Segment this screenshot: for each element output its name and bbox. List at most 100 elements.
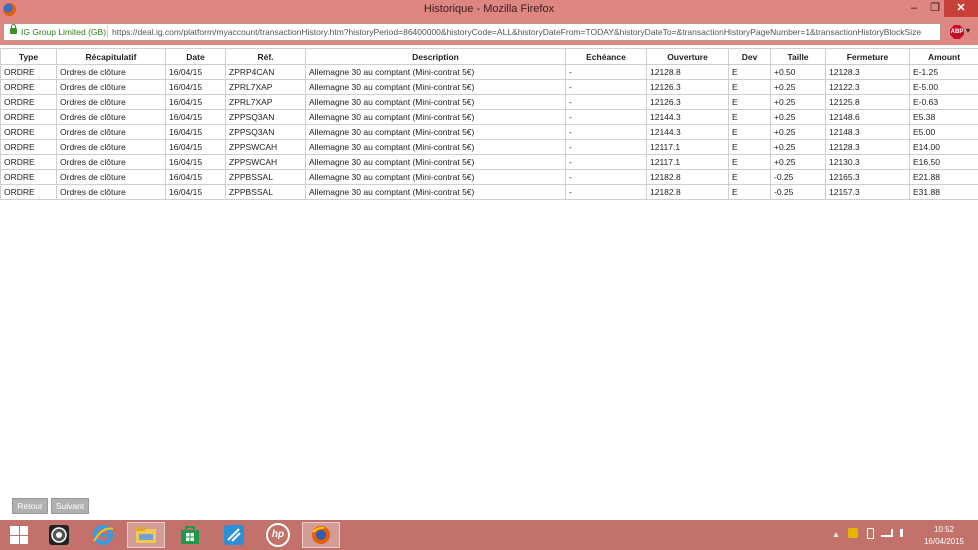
site-identity[interactable]: IG Group Limited (GB) [21, 27, 106, 37]
table-cell: 12117.1 [646, 154, 729, 170]
column-header[interactable]: Taille [770, 48, 826, 65]
table-row: ORDRE Ordres de clôture 16/04/15 ZPPBSSAL Al… [0, 184, 978, 200]
table-cell: E [728, 124, 771, 140]
clock-date[interactable]: 16/04/2015 [915, 537, 973, 546]
window-titlebar[interactable]: Historique - Mozilla Firefox – ❐ ✕ [0, 0, 978, 20]
table-cell: 12122.3 [825, 79, 910, 95]
table-cell: ORDRE [0, 79, 57, 95]
table-cell: E5.38 [909, 109, 978, 125]
media-player-button[interactable] [40, 522, 78, 548]
adblock-plus-icon[interactable]: ABP [950, 25, 964, 39]
address-separator [107, 26, 108, 38]
table-cell: 12126.3 [646, 79, 729, 95]
table-cell: - [565, 169, 647, 185]
minimize-button[interactable]: – [905, 0, 923, 17]
table-cell: E [728, 109, 771, 125]
table-cell: 12126.3 [646, 94, 729, 110]
file-explorer-button[interactable] [127, 522, 165, 548]
url-text[interactable]: https://deal.ig.com/platform/myaccount/t… [112, 27, 937, 37]
clock-time[interactable]: 10:52 [915, 525, 973, 534]
battery-icon[interactable] [867, 528, 874, 539]
table-cell: ORDRE [0, 94, 57, 110]
table-cell: 16/04/15 [165, 124, 226, 140]
table-cell: Allemagne 30 au comptant (Mini-contrat 5… [305, 109, 566, 125]
table-cell: ZPRP4CAN [225, 64, 306, 80]
hp-icon: hp [266, 523, 290, 547]
table-cell: +0.25 [770, 139, 826, 155]
table-cell: 16/04/15 [165, 184, 226, 200]
url-bar[interactable]: IG Group Limited (GB) https://deal.ig.co… [3, 23, 941, 41]
table-cell: Allemagne 30 au comptant (Mini-contrat 5… [305, 94, 566, 110]
column-header[interactable]: Réf. [225, 48, 306, 65]
table-cell: - [565, 94, 647, 110]
column-header[interactable]: Amount [909, 48, 978, 65]
transaction-history-table: Type Récapitulatif Date Réf. Description Eché… [0, 48, 978, 200]
table-cell: ORDRE [0, 169, 57, 185]
table-cell: Allemagne 30 au comptant (Mini-contrat 5… [305, 139, 566, 155]
table-cell: E [728, 169, 771, 185]
firefox-taskbar-button[interactable] [302, 522, 340, 548]
restore-button[interactable]: ❐ [926, 0, 944, 17]
column-header[interactable]: Fermeture [825, 48, 910, 65]
hp-button[interactable]: hp [259, 522, 297, 548]
table-cell: E16.50 [909, 154, 978, 170]
table-cell: - [565, 139, 647, 155]
next-button[interactable]: Suivant [51, 498, 89, 514]
column-header[interactable]: Echéance [565, 48, 647, 65]
table-cell: - [565, 184, 647, 200]
close-button[interactable]: ✕ [944, 0, 978, 17]
table-cell: +0.25 [770, 109, 826, 125]
table-row: ORDRE Ordres de clôture 16/04/15 ZPRL7XAP Al… [0, 79, 978, 95]
window-title: Historique - Mozilla Firefox [423, 3, 555, 15]
table-cell: ZPRL7XAP [225, 79, 306, 95]
column-header[interactable]: Ouverture [646, 48, 729, 65]
lock-icon[interactable] [10, 24, 17, 34]
table-cell: E [728, 79, 771, 95]
internet-explorer-button[interactable] [84, 522, 122, 548]
table-cell: Ordres de clôture [56, 124, 166, 140]
table-row: ORDRE Ordres de clôture 16/04/15 ZPPSWCAH Al… [0, 139, 978, 155]
table-cell: +0.25 [770, 94, 826, 110]
table-cell: 12165.3 [825, 169, 910, 185]
table-cell: 12148.6 [825, 109, 910, 125]
app-button[interactable] [215, 522, 253, 548]
volume-icon[interactable] [900, 529, 907, 537]
column-header[interactable]: Dev [728, 48, 771, 65]
table-cell: 16/04/15 [165, 109, 226, 125]
table-cell: Ordres de clôture [56, 109, 166, 125]
table-cell: +0.25 [770, 124, 826, 140]
table-cell: Allemagne 30 au comptant (Mini-contrat 5… [305, 169, 566, 185]
back-button[interactable]: Retour [12, 498, 48, 514]
table-cell: E [728, 64, 771, 80]
table-cell: 12148.3 [825, 124, 910, 140]
table-cell: E21.88 [909, 169, 978, 185]
network-icon[interactable] [881, 529, 893, 537]
column-header[interactable]: Type [0, 48, 57, 65]
table-cell: 16/04/15 [165, 94, 226, 110]
table-cell: 12117.1 [646, 139, 729, 155]
tray-app-icon[interactable] [848, 528, 858, 538]
start-button[interactable] [0, 522, 38, 548]
table-row: ORDRE Ordres de clôture 16/04/15 ZPPBSSAL Al… [0, 169, 978, 185]
column-header[interactable]: Description [305, 48, 566, 65]
table-cell: 16/04/15 [165, 139, 226, 155]
table-cell: Allemagne 30 au comptant (Mini-contrat 5… [305, 154, 566, 170]
show-hidden-icons-button[interactable]: ▲ [832, 530, 840, 539]
column-header[interactable]: Date [165, 48, 226, 65]
navigation-bar: IG Group Limited (GB) https://deal.ig.co… [0, 20, 978, 45]
table-cell: 16/04/15 [165, 154, 226, 170]
table-cell: 12144.3 [646, 124, 729, 140]
chevron-down-icon[interactable]: ▾ [966, 26, 970, 35]
table-cell: E-1.25 [909, 64, 978, 80]
table-row: ORDRE Ordres de clôture 16/04/15 ZPPSQ3AN Al… [0, 124, 978, 140]
table-cell: Ordres de clôture [56, 184, 166, 200]
windows-store-button[interactable] [171, 522, 209, 548]
table-cell: 12125.8 [825, 94, 910, 110]
table-cell: Allemagne 30 au comptant (Mini-contrat 5… [305, 64, 566, 80]
table-cell: ZPPSWCAH [225, 154, 306, 170]
table-cell: Ordres de clôture [56, 94, 166, 110]
column-header[interactable]: Récapitulatif [56, 48, 166, 65]
app-icon [224, 525, 244, 545]
table-cell: ORDRE [0, 184, 57, 200]
table-row: ORDRE Ordres de clôture 16/04/15 ZPPSWCAH Al… [0, 154, 978, 170]
